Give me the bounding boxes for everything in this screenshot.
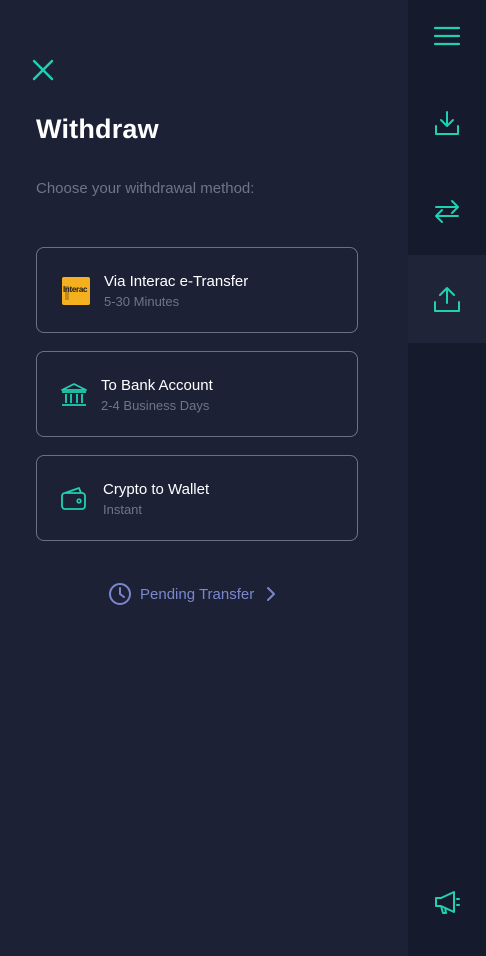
- clock-icon: [109, 583, 131, 605]
- page-subtitle: Choose your withdrawal method:: [36, 180, 255, 197]
- close-icon: [32, 59, 54, 81]
- withdraw-panel: Withdraw Choose your withdrawal method: …: [0, 0, 408, 956]
- transfer-icon: [435, 200, 459, 223]
- wallet-icon: [61, 487, 86, 510]
- withdraw-icon: [434, 287, 460, 312]
- method-bank-button[interactable]: To Bank Account 2-4 Business Days: [36, 351, 358, 437]
- rail-item-deposit[interactable]: [408, 79, 486, 167]
- rail-item-transfer[interactable]: [408, 167, 486, 255]
- announcement-icon: [435, 891, 460, 914]
- pending-transfer-link[interactable]: Pending Transfer: [108, 582, 276, 606]
- method-duration: 2-4 Business Days: [101, 398, 210, 413]
- chevron-right-icon: [267, 587, 276, 601]
- method-duration: Instant: [103, 502, 143, 517]
- method-icon: [58, 484, 90, 514]
- rail-item-withdraw[interactable]: [408, 255, 486, 343]
- method-label: To Bank Account: [101, 377, 213, 394]
- menu-button[interactable]: [408, 0, 486, 72]
- rail-item-announcements[interactable]: [408, 858, 486, 946]
- method-interac-button[interactable]: Interac Via Interac e-Transfer 5-30 Minu…: [36, 247, 358, 333]
- menu-icon: [434, 26, 460, 46]
- method-crypto-button[interactable]: Crypto to Wallet Instant: [36, 455, 358, 541]
- deposit-icon: [435, 111, 459, 135]
- method-label: Crypto to Wallet: [103, 481, 210, 498]
- right-nav-rail: [408, 0, 486, 956]
- withdraw-screen: Withdraw Choose your withdrawal method: …: [0, 0, 486, 956]
- page-title: Withdraw: [36, 114, 159, 144]
- interac-logo-text: Interac: [63, 285, 88, 294]
- bank-icon: [61, 383, 87, 406]
- method-duration: 5-30 Minutes: [104, 294, 180, 309]
- pending-transfer-label: Pending Transfer: [140, 585, 255, 603]
- method-icon: [58, 380, 90, 410]
- method-label: Via Interac e-Transfer: [104, 273, 249, 290]
- close-button[interactable]: [28, 55, 58, 85]
- method-icon: Interac: [60, 276, 92, 306]
- interac-logo-icon: Interac: [62, 277, 90, 305]
